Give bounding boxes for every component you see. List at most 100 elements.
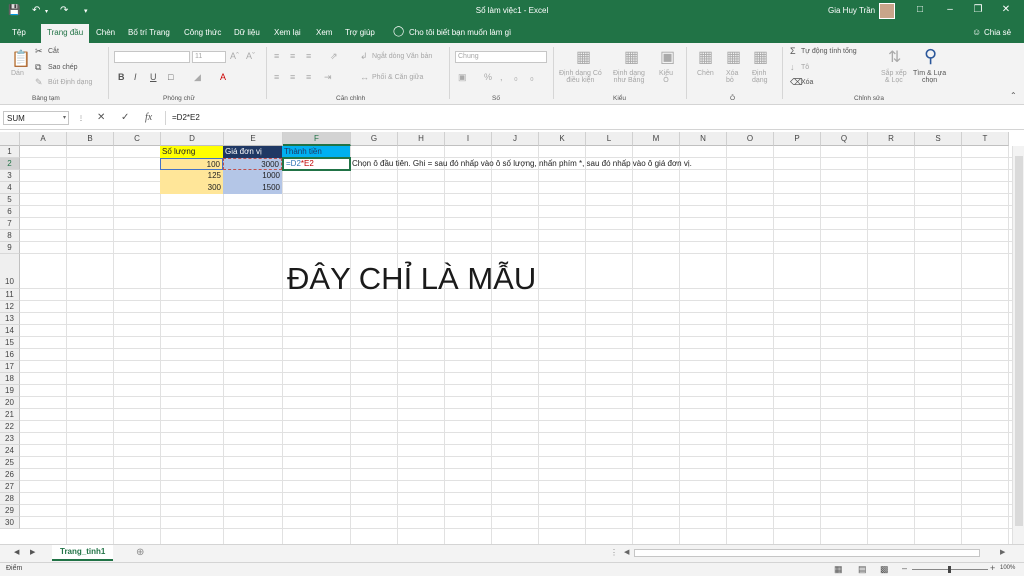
row-header-11[interactable]: 11 [0,289,20,301]
column-header-l[interactable]: L [586,132,633,146]
orientation-icon[interactable]: ⇗ [330,51,338,62]
find-select-button[interactable]: Tìm & Lựa chọn [913,70,946,84]
share-icon[interactable]: ☺ [972,27,981,37]
normal-view-icon[interactable]: ▦ [834,564,843,575]
conditional-format-icon[interactable]: ▦ [576,47,591,67]
worksheet-grid[interactable]: ABCDEFGHIJKLMNOPQRST 1 2 3 4 5 6 7 8 9 10 11 12 13 14… [0,132,1024,544]
tab-page-layout[interactable]: Bố trí Trang [128,28,170,37]
column-header-i[interactable]: I [445,132,492,146]
row-header-30[interactable]: 30 [0,517,20,529]
insert-cells-button[interactable]: Chèn [697,70,714,77]
font-name-combo[interactable] [114,51,190,63]
decrease-font-icon[interactable]: Aˇ [246,51,255,61]
row-header-26[interactable]: 26 [0,469,20,481]
merge-center-button[interactable]: Phối & Căn giữa [372,74,423,81]
format-cells-button[interactable]: Định dạng [752,70,768,84]
insert-function-button[interactable]: fx [145,112,152,123]
cell-f2-active[interactable]: =D2*E2 [282,157,351,171]
prev-sheet-icon[interactable]: ◀ [14,548,19,556]
row-header-3[interactable]: 3 [0,170,20,182]
column-header-m[interactable]: M [633,132,680,146]
decrease-decimal-icon[interactable]: ₀ [530,72,534,82]
cell-d4[interactable]: 300 [160,182,223,194]
column-header-h[interactable]: H [398,132,445,146]
format-as-table-icon[interactable]: ▦ [624,47,639,67]
insert-cells-icon[interactable]: ▦ [698,47,713,67]
conditional-format-button[interactable]: Định dạng Có điều kiện [559,70,602,84]
column-header-c[interactable]: C [114,132,161,146]
vertical-scrollbar[interactable] [1012,146,1024,544]
row-header-14[interactable]: 14 [0,325,20,337]
scroll-left-icon[interactable]: ◀ [624,548,629,556]
row-header-1[interactable]: 1 [0,146,20,158]
column-header-r[interactable]: R [868,132,915,146]
autosum-button[interactable]: Tự động tính tổng [801,48,857,55]
row-header-28[interactable]: 28 [0,493,20,505]
row-header-17[interactable]: 17 [0,361,20,373]
column-header-t[interactable]: T [962,132,1009,146]
tell-me-search[interactable]: Cho tôi biết bạn muốn làm gì [409,28,511,37]
row-header-13[interactable]: 13 [0,313,20,325]
clear-button[interactable]: Xóa [801,79,813,86]
cell-d3[interactable]: 125 [160,170,223,182]
row-header-6[interactable]: 6 [0,206,20,218]
wrap-text-icon[interactable]: ↲ [360,51,368,62]
share-button[interactable]: Chia sẻ [984,28,1011,37]
number-format-combo[interactable]: Chung [455,51,547,63]
row-header-27[interactable]: 27 [0,481,20,493]
ribbon-display-options-icon[interactable]: □ [910,4,930,15]
align-top-icon[interactable]: ≡ [274,51,279,61]
zoom-slider-thumb[interactable] [948,566,951,573]
column-header-a[interactable]: A [20,132,67,146]
tab-home[interactable]: Trang đầu [41,24,90,43]
comma-icon[interactable]: , [500,72,503,82]
bold-icon[interactable]: B [118,72,125,82]
row-header-12[interactable]: 12 [0,301,20,313]
page-layout-view-icon[interactable]: ▤ [858,564,867,575]
cut-icon[interactable]: ✂ [35,46,43,57]
format-cells-icon[interactable]: ▦ [753,47,768,67]
align-middle-icon[interactable]: ≡ [290,51,295,61]
collapse-ribbon-icon[interactable]: ⌃ [1010,91,1017,100]
row-header-29[interactable]: 29 [0,505,20,517]
font-size-combo[interactable]: 11 [192,51,226,63]
cell-e2[interactable]: 3000 [223,158,282,170]
underline-icon[interactable]: U [150,72,157,82]
scroll-right-icon[interactable]: ▶ [1000,548,1005,556]
search-icon[interactable]: ⚲ [924,46,937,67]
zoom-in-icon[interactable]: + [990,563,995,573]
wrap-text-button[interactable]: Ngắt dòng Văn bản [372,53,432,60]
cell-e3[interactable]: 1000 [223,170,282,182]
column-header-j[interactable]: J [492,132,539,146]
tab-help[interactable]: Trợ giúp [345,28,375,37]
delete-cells-icon[interactable]: ▦ [726,47,741,67]
increase-font-icon[interactable]: Aˆ [230,51,239,61]
tab-review[interactable]: Xem lại [274,28,301,37]
select-all-corner[interactable] [0,132,20,146]
name-box[interactable]: SUM ▾ [3,111,69,125]
enter-icon[interactable]: ✓ [121,112,129,123]
tab-data[interactable]: Dữ liệu [234,28,260,37]
format-painter-button[interactable]: Bút Định dạng [48,79,92,86]
italic-icon[interactable]: I [134,72,137,82]
column-header-k[interactable]: K [539,132,586,146]
row-header-19[interactable]: 19 [0,385,20,397]
row-header-25[interactable]: 25 [0,457,20,469]
cut-button[interactable]: Cắt [48,48,59,55]
user-name[interactable]: Gia Huy Trần [828,6,875,15]
row-header-7[interactable]: 7 [0,218,20,230]
instruction-text[interactable]: Chọn ô đầu tiên. Ghi = sau đó nhấp vào ô… [350,158,694,170]
fill-button[interactable]: Tô [801,64,809,71]
row-header-2[interactable]: 2 [0,158,20,170]
row-header-24[interactable]: 24 [0,445,20,457]
zoom-out-icon[interactable]: – [902,563,907,573]
column-header-g[interactable]: G [351,132,398,146]
tab-view[interactable]: Xem [316,28,332,37]
column-header-f[interactable]: F [283,132,351,146]
cell-d1[interactable]: Số lượng [160,146,223,158]
row-header-9[interactable]: 9 [0,242,20,254]
sort-filter-icon[interactable]: ⇅ [888,47,901,67]
row-header-22[interactable]: 22 [0,421,20,433]
cancel-icon[interactable]: ✕ [97,112,105,123]
cell-e4[interactable]: 1500 [223,182,282,194]
